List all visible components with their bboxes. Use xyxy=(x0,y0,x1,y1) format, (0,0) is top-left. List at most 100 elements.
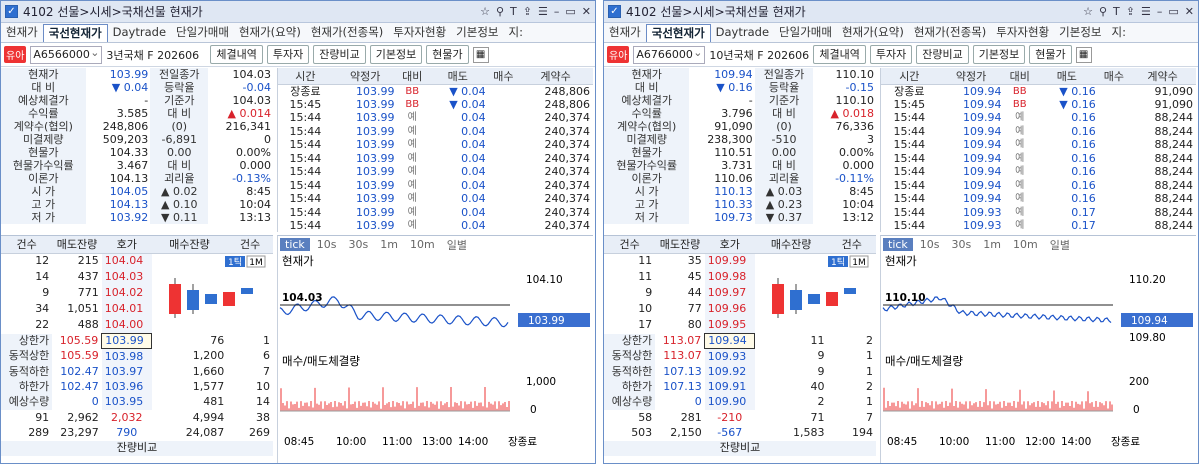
chart-tab-2[interactable]: 30s xyxy=(947,238,977,251)
button-2[interactable]: 잔량비교 xyxy=(916,45,969,64)
bid-row[interactable]: 상한가 105.59 103.99 76 1 xyxy=(1,332,273,350)
share-icon[interactable]: ⇪ xyxy=(1126,5,1135,18)
text-icon[interactable]: T xyxy=(1113,5,1120,18)
maximize-icon[interactable]: ▭ xyxy=(1168,5,1178,18)
menu-icon[interactable]: ☰ xyxy=(538,5,548,18)
chart-tab-5[interactable]: 일별 xyxy=(442,237,472,253)
close-icon[interactable]: ✕ xyxy=(582,5,591,18)
button-1[interactable]: 투자자 xyxy=(266,45,310,64)
menu-icon[interactable]: ☰ xyxy=(1141,5,1151,18)
button-2[interactable]: 잔량비교 xyxy=(313,45,366,64)
bid-row[interactable]: 동적상한 105.59 103.98 1,200 6 xyxy=(1,348,273,365)
ask-row[interactable]: 12 215 104.04 1틱 1M xyxy=(1,253,273,318)
bid-row[interactable]: 동적하한 107.13 109.92 9 1 xyxy=(604,364,876,380)
tab-1[interactable]: 국선현재가 xyxy=(42,24,108,42)
mini-candles: 1틱 1M xyxy=(772,255,869,318)
tab-3[interactable]: 단일가매매 xyxy=(774,24,837,42)
bid-row[interactable]: 동적상한 113.07 109.93 9 1 xyxy=(604,348,876,365)
tab-6[interactable]: 투자자현황 xyxy=(991,24,1054,42)
tick-time: 15:44 xyxy=(893,111,926,125)
tick-header: 약정가 xyxy=(937,68,1005,85)
tab-0[interactable]: 현재가 xyxy=(1,24,43,42)
volume-label: 매수/매도체결량 xyxy=(885,354,963,368)
star-icon[interactable]: ☆ xyxy=(480,5,490,18)
tick-header: 대비 xyxy=(397,68,427,85)
foot-label[interactable]: 잔량비교 xyxy=(604,440,876,456)
price-label: 대 비 xyxy=(604,81,690,94)
tick-flag: 예 xyxy=(407,179,417,191)
grid-icon[interactable]: ▦ xyxy=(472,46,489,63)
foot-label[interactable]: 잔량비교 xyxy=(1,440,273,456)
chart-tab-5[interactable]: 일별 xyxy=(1045,237,1075,253)
button-3[interactable]: 기본정보 xyxy=(972,45,1026,64)
link-icon[interactable]: ⚲ xyxy=(1099,5,1107,18)
ask-row[interactable]: 11 35 109.99 1틱 1M xyxy=(604,253,876,318)
tab-2[interactable]: Daytrade xyxy=(108,24,171,42)
tick-volume: 91,090 xyxy=(1154,97,1194,111)
chart-tab-3[interactable]: 1m xyxy=(978,238,1006,251)
button-4[interactable]: 현물가 xyxy=(1029,45,1072,64)
tick-price: 103.99 xyxy=(356,124,395,138)
tab-3[interactable]: 단일가매매 xyxy=(171,24,234,42)
tab-0[interactable]: 현재가 xyxy=(604,24,646,42)
tick-volume: 88,244 xyxy=(1154,178,1194,192)
share-icon[interactable]: ⇪ xyxy=(523,5,532,18)
tab-7[interactable]: 기본정보 xyxy=(451,24,503,42)
bid-row[interactable]: 하한가 107.13 109.91 40 2 xyxy=(604,379,876,395)
tab-4[interactable]: 현재가(요약) xyxy=(837,24,909,42)
tab-5[interactable]: 현재가(전종목) xyxy=(909,24,991,42)
candle xyxy=(187,289,199,310)
axis-low: 109.80 xyxy=(1129,332,1166,344)
tab-1[interactable]: 국선현재가 xyxy=(645,24,711,42)
tick-header: 매도 xyxy=(426,68,489,85)
chart-tab-1[interactable]: 10s xyxy=(915,238,945,251)
bid-row[interactable]: 하한가 102.47 103.96 1,577 10 xyxy=(1,379,273,395)
code-input[interactable]: A6766000 xyxy=(633,45,706,64)
chart-tab-1[interactable]: 10s xyxy=(312,238,342,251)
tab-4[interactable]: 현재가(요약) xyxy=(234,24,306,42)
tick-buy xyxy=(489,85,518,99)
minimize-icon[interactable]: – xyxy=(554,5,560,18)
button-0[interactable]: 체결내역 xyxy=(813,45,866,64)
chart-tab-2[interactable]: 30s xyxy=(344,238,374,251)
window-check-icon[interactable]: ✓ xyxy=(608,5,621,18)
tab-8[interactable]: 지: xyxy=(1107,24,1131,42)
button-0[interactable]: 체결내역 xyxy=(210,45,263,64)
button-1[interactable]: 투자자 xyxy=(869,45,913,64)
window-check-icon[interactable]: ✓ xyxy=(5,5,18,18)
tick-volume: 240,374 xyxy=(544,138,591,152)
tab-7[interactable]: 기본정보 xyxy=(1054,24,1106,42)
tab-8[interactable]: 지: xyxy=(504,24,528,42)
ask-count: 12 xyxy=(35,254,50,268)
chart-tab-0[interactable]: tick xyxy=(883,238,913,251)
price-row: 예상체결가 - 기준가 110.10 xyxy=(604,94,876,107)
chart-tab-4[interactable]: 10m xyxy=(405,238,440,251)
price-label-2: 전일종가 xyxy=(150,68,209,81)
maximize-icon[interactable]: ▭ xyxy=(565,5,575,18)
minimize-icon[interactable]: – xyxy=(1157,5,1163,18)
bid-row[interactable]: 동적하한 102.47 103.97 1,660 7 xyxy=(1,364,273,380)
bid-row[interactable]: 예상수량 0 109.90 2 1 xyxy=(604,394,876,410)
tick-buy xyxy=(1099,85,1129,99)
tick-price: 109.94 xyxy=(963,151,1002,165)
chart-tab-4[interactable]: 10m xyxy=(1008,238,1043,251)
close-icon[interactable]: ✕ xyxy=(1185,5,1194,18)
tab-2[interactable]: Daytrade xyxy=(711,24,774,42)
bid-row[interactable]: 예상수량 0 103.95 481 14 xyxy=(1,394,273,410)
chart-tab-3[interactable]: 1m xyxy=(375,238,403,251)
grid-icon[interactable]: ▦ xyxy=(1075,46,1092,63)
tab-6[interactable]: 투자자현황 xyxy=(388,24,451,42)
bid-row[interactable]: 상한가 113.07 109.94 11 2 xyxy=(604,332,876,350)
price-value-2: 3 xyxy=(867,132,874,146)
chart-tab-0[interactable]: tick xyxy=(280,238,310,251)
button-4[interactable]: 현물가 xyxy=(426,45,469,64)
tick-volume: 240,374 xyxy=(544,178,591,192)
star-icon[interactable]: ☆ xyxy=(1083,5,1093,18)
button-3[interactable]: 기본정보 xyxy=(369,45,423,64)
price-value: 104.05 xyxy=(109,184,149,198)
text-icon[interactable]: T xyxy=(510,5,517,18)
link-icon[interactable]: ⚲ xyxy=(496,5,504,18)
control-bar: 유아A676600010년국채 F 202606체결내역투자자잔량비교기본정보현… xyxy=(604,43,1198,67)
tab-5[interactable]: 현재가(전종목) xyxy=(306,24,388,42)
code-input[interactable]: A6566000 xyxy=(30,45,103,64)
